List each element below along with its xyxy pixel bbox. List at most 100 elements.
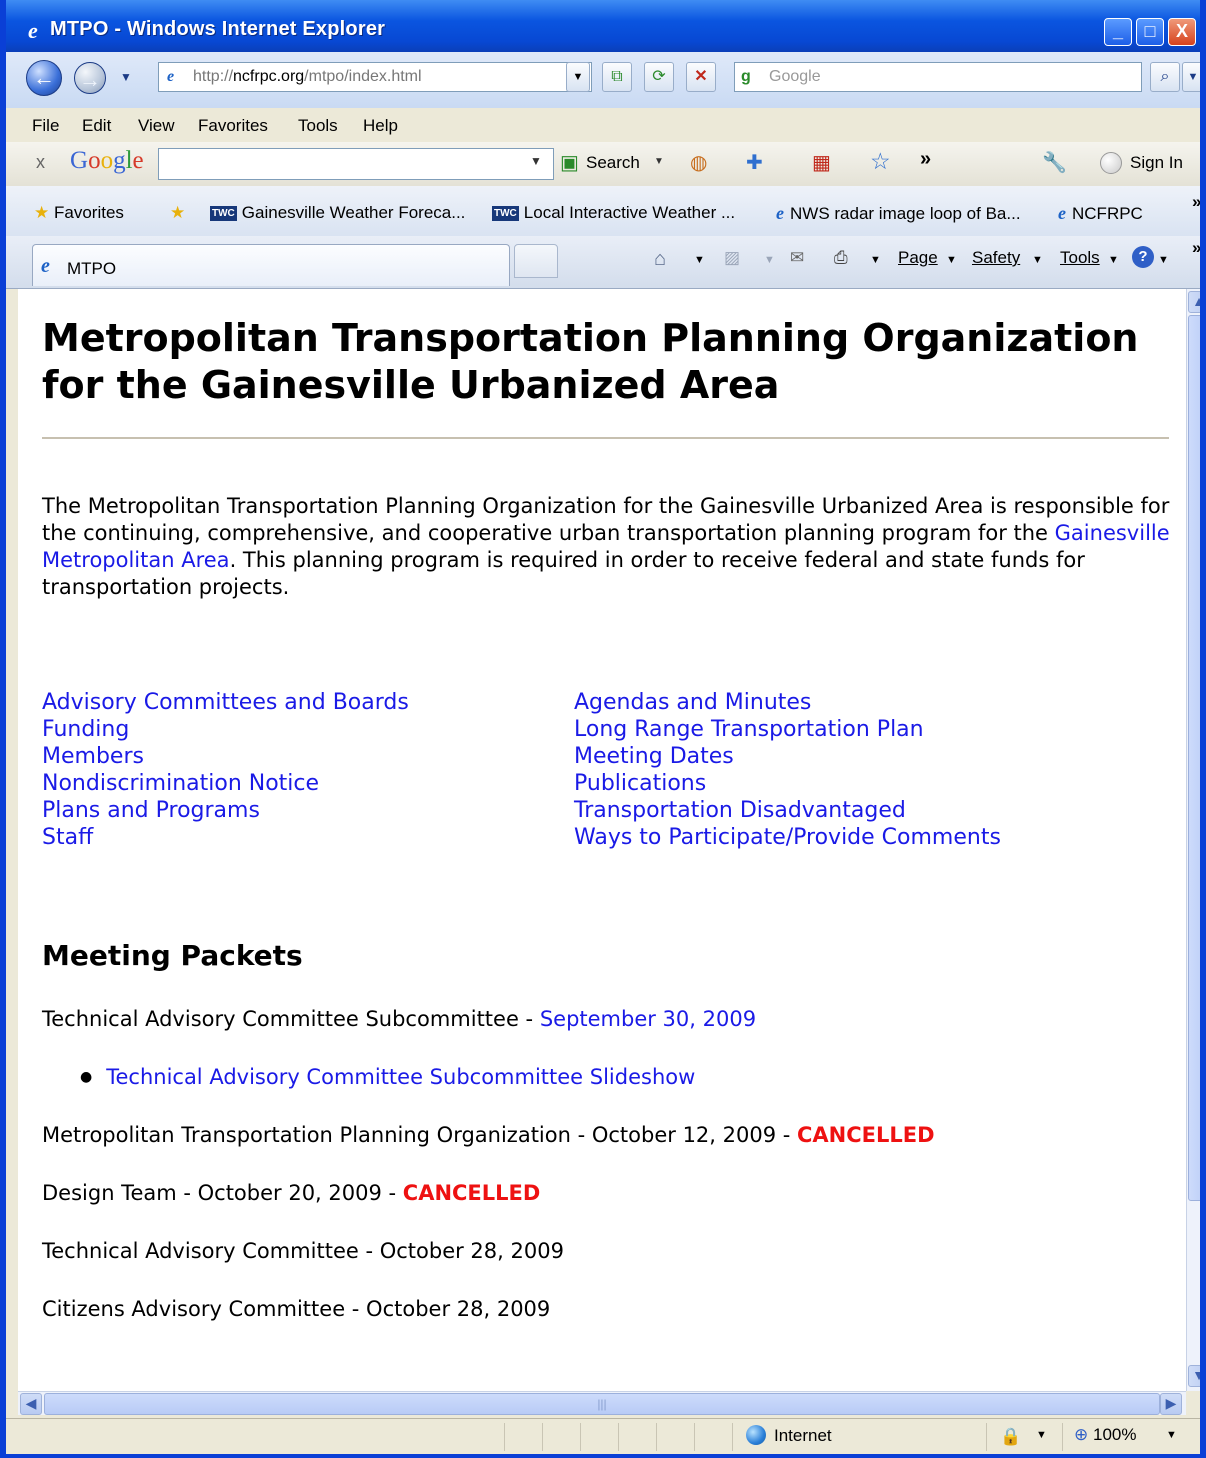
feeds-dropdown-icon[interactable]: ▼ [764,254,775,266]
link-plans-and-programs[interactable]: Plans and Programs [42,798,260,823]
status-divider [504,1423,505,1451]
tab-mtpo[interactable]: e MTPO [32,244,510,286]
share-icon[interactable]: ✚ [746,150,763,175]
status-divider [1062,1423,1063,1451]
print-dropdown-icon[interactable]: ▼ [870,254,881,266]
safety-menu-dropdown-icon: ▼ [1032,254,1043,266]
title-bar: e MTPO - Windows Internet Explorer _ □ X [6,0,1200,52]
search-options-dropdown-icon[interactable]: ▼ [1182,62,1200,92]
horizontal-scrollbar[interactable]: ◀ ||| ▶ [18,1391,1186,1415]
status-divider [580,1423,581,1451]
favorites-overflow-icon[interactable]: » [1192,192,1200,212]
print-icon[interactable]: ⎙ [834,248,848,268]
favorites-button[interactable]: ★ Favorites [34,203,124,223]
status-divider [732,1423,733,1451]
link-meeting-dates[interactable]: Meeting Dates [574,744,734,769]
home-dropdown-icon[interactable]: ▼ [694,254,705,266]
safety-menu-button[interactable]: Safety [972,248,1020,268]
status-divider [694,1423,695,1451]
meeting-item-cac: Citizens Advisory Committee - October 28… [42,1297,551,1321]
favorite-link-local-weather[interactable]: TWC Local Interactive Weather ... [492,203,735,223]
link-long-range-plan[interactable]: Long Range Transportation Plan [574,717,924,742]
google-search-dropdown-icon[interactable]: ▼ [530,154,542,168]
meeting-item-slideshow: ● Technical Advisory Committee Subcommitt… [80,1065,695,1089]
google-search-provider-icon: g [741,68,751,85]
scroll-down-arrow-icon[interactable]: ▼ [1188,1365,1200,1387]
tacs-date-link[interactable]: September 30, 2009 [540,1007,756,1031]
protected-mode-icon[interactable]: 🔒 [1000,1427,1021,1447]
favorite-link-nws-radar[interactable]: e NWS radar image loop of Ba... [776,203,1021,224]
vertical-scroll-thumb[interactable] [1188,315,1200,1201]
page-menu-button[interactable]: Page [898,248,938,268]
help-icon[interactable]: ? [1132,246,1154,268]
search-options-icon[interactable]: ▼ [654,156,664,167]
back-button[interactable]: ← [26,60,62,96]
link-staff[interactable]: Staff [42,825,93,850]
zoom-dropdown-icon[interactable]: ▼ [1166,1429,1177,1441]
menu-view[interactable]: View [138,116,175,136]
google-search-button[interactable]: Search [586,153,640,173]
link-transportation-disadvantaged[interactable]: Transportation Disadvantaged [574,798,906,823]
address-dropdown-button[interactable]: ▼ [566,62,590,92]
autofill-icon[interactable]: ▦ [812,150,831,175]
link-agendas-and-minutes[interactable]: Agendas and Minutes [574,690,811,715]
favorites-bar: ★ Favorites ★ TWC Gainesville Weather For… [6,186,1200,237]
link-ways-to-participate[interactable]: Ways to Participate/Provide Comments [574,825,1001,850]
help-dropdown-icon[interactable]: ▼ [1158,254,1169,266]
popup-blocker-icon[interactable]: ◍ [690,150,707,175]
vertical-scrollbar[interactable]: ▲ ▼ [1186,289,1200,1391]
toolbar-overflow-icon[interactable]: » [920,148,931,171]
url-prefix: http:// [193,68,234,85]
command-bar-overflow-icon[interactable]: » [1192,238,1200,258]
window-title: MTPO - Windows Internet Explorer [50,18,386,40]
address-input[interactable]: e http://ncfrpc.org/mtpo/index.html [158,62,592,92]
home-icon[interactable]: ⌂ [654,248,666,271]
scroll-right-arrow-icon[interactable]: ▶ [1160,1393,1182,1415]
close-toolbar-icon[interactable]: x [36,152,45,173]
link-funding[interactable]: Funding [42,717,129,742]
link-publications[interactable]: Publications [574,771,706,796]
page-content: Metropolitan Transportation Planning Org… [18,289,1186,1391]
page-favicon-icon: e [167,68,175,85]
sign-in-avatar-icon [1100,152,1122,174]
favorite-link-ncfrpc[interactable]: e NCFRPC [1058,203,1143,224]
compatibility-view-icon[interactable]: ⧉ [602,62,632,92]
tools-menu-button[interactable]: Tools [1060,248,1100,268]
menu-edit[interactable]: Edit [82,116,111,136]
zoom-level[interactable]: ⊕ 100% [1074,1425,1136,1445]
google-search-input[interactable] [158,148,554,180]
menu-help[interactable]: Help [363,116,398,136]
tacs-slideshow-link[interactable]: Technical Advisory Committee Subcommitte… [106,1065,695,1089]
star-bookmark-icon[interactable]: ☆ [870,148,891,175]
scroll-left-arrow-icon[interactable]: ◀ [20,1393,42,1415]
horizontal-scroll-thumb[interactable]: ||| [44,1393,1160,1415]
link-nondiscrimination-notice[interactable]: Nondiscrimination Notice [42,771,319,796]
recent-pages-dropdown-icon[interactable]: ▼ [120,70,132,84]
sign-in-button[interactable]: Sign In [1130,153,1183,173]
scroll-up-arrow-icon[interactable]: ▲ [1188,291,1200,313]
add-to-favorites-icon[interactable]: ★ [170,203,185,223]
status-badge-cancelled: CANCELLED [402,1181,541,1205]
search-input[interactable]: g Google [734,62,1142,92]
status-divider [656,1423,657,1451]
new-tab-button[interactable] [514,244,558,278]
link-advisory-committees[interactable]: Advisory Committees and Boards [42,690,409,715]
wrench-settings-icon[interactable]: 🔧 [1042,150,1067,175]
close-button[interactable]: X [1168,18,1196,46]
menu-favorites[interactable]: Favorites [198,116,268,136]
forward-button[interactable]: → [74,62,106,94]
feeds-icon[interactable]: ▨ [724,248,740,268]
minimize-button[interactable]: _ [1104,18,1132,46]
link-members[interactable]: Members [42,744,144,769]
tab-ie-icon: e [41,255,50,277]
menu-tools[interactable]: Tools [298,116,338,136]
search-icon[interactable]: ⌕ [1150,62,1180,92]
read-mail-icon[interactable]: ✉ [790,248,804,268]
menu-file[interactable]: File [32,116,59,136]
protected-mode-dropdown-icon[interactable]: ▼ [1036,1429,1047,1441]
status-divider [542,1423,543,1451]
favorite-link-gainesville-weather[interactable]: TWC Gainesville Weather Foreca... [210,203,465,223]
stop-icon[interactable]: ✕ [686,62,716,92]
refresh-icon[interactable]: ⟳ [644,62,674,92]
maximize-button[interactable]: □ [1136,18,1164,46]
